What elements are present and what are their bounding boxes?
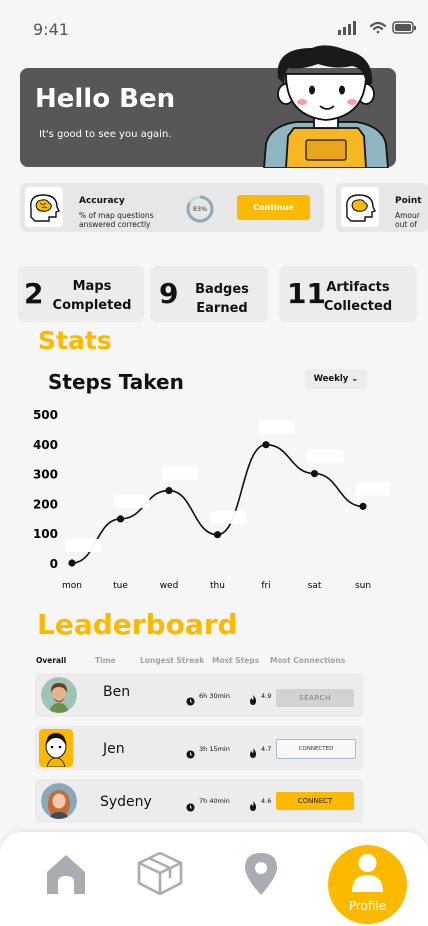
x-tick-label: wed [160, 581, 179, 591]
data-tooltip [259, 420, 295, 434]
wifi-icon [369, 21, 387, 34]
leaderboard-name: Ben [103, 684, 131, 700]
avatar [41, 677, 77, 713]
x-tick-label: thu [210, 581, 225, 591]
data-tooltip [210, 510, 247, 524]
data-point[interactable] [359, 502, 367, 510]
user-icon [352, 854, 383, 892]
leaderboard-time: 7h 40min [199, 797, 230, 805]
data-tooltip [113, 494, 150, 508]
data-tooltip [65, 539, 101, 552]
y-tick-label: 200 [33, 497, 58, 511]
leaderboard-streak: 4.7 [261, 745, 272, 753]
stats-heading: Stats [38, 326, 112, 355]
data-point[interactable] [213, 531, 222, 539]
home-icon[interactable] [44, 852, 88, 894]
location-pin-icon[interactable] [243, 851, 279, 895]
clock-icon [186, 744, 195, 763]
leaderboard-time: 6h 30min [199, 692, 230, 700]
chart-title: Steps Taken [48, 370, 184, 394]
period-dropdown-label: Weekly [313, 374, 349, 384]
data-tooltip [162, 466, 198, 480]
cube-icon[interactable] [136, 850, 184, 896]
avatar [41, 783, 77, 819]
leaderboard-name: Jen [103, 741, 125, 757]
search-button[interactable]: SEARCH [276, 689, 354, 707]
x-tick-label: sat [308, 581, 322, 591]
period-dropdown[interactable]: Weekly ⌄ [305, 369, 367, 389]
user-avatar-illustration [263, 45, 389, 168]
accuracy-percent-label: 83% [192, 205, 208, 213]
y-tick-label: 300 [33, 468, 58, 482]
avatar [39, 729, 73, 767]
flame-icon [249, 690, 257, 709]
connected-button[interactable]: CONNECTED [276, 739, 356, 759]
welcome-subtitle: It's good to see you again. [39, 129, 172, 140]
clock-icon [186, 797, 195, 816]
artifacts-collected-label: Artifacts Collected [323, 280, 393, 314]
data-tooltip [356, 482, 390, 496]
tab-overall[interactable]: Overall [36, 656, 66, 665]
flame-icon [249, 743, 257, 762]
data-point[interactable] [262, 441, 270, 449]
clock-icon [186, 691, 195, 710]
y-tick-label: 500 [33, 408, 58, 422]
steps-line-chart: 0 100 200 300 400 500 mon tue wed thu fri sat sun [33, 408, 390, 591]
data-point[interactable] [68, 559, 76, 567]
badges-earned-label: Badges Earned [195, 282, 249, 316]
profile-nav-label: Profile [348, 899, 387, 913]
points-description: Amour out of [395, 211, 420, 229]
status-icons [338, 21, 416, 35]
connect-button[interactable]: CONNECT [276, 792, 354, 810]
leaderboard-name: Sydeny [100, 794, 152, 810]
points-title: Point [395, 196, 422, 206]
data-point[interactable] [165, 486, 173, 495]
tab-most-connections[interactable]: Most Connections [270, 656, 345, 665]
y-tick-label: 0 [50, 557, 58, 571]
brain-icon [341, 187, 379, 227]
y-tick-label: 400 [33, 438, 58, 452]
welcome-title: Hello Ben [35, 84, 176, 114]
x-tick-label: fri [261, 581, 270, 591]
y-tick-label: 100 [33, 527, 58, 541]
chevron-down-icon: ⌄ [351, 374, 359, 384]
x-tick-label: tue [113, 581, 128, 591]
leaderboard-streak: 4.9 [261, 692, 272, 700]
maps-completed-label: Maps Completed [52, 279, 132, 313]
leaderboard-time: 3h 15min [199, 745, 230, 753]
tab-most-steps[interactable]: Most Steps [212, 656, 259, 665]
x-tick-label: sun [355, 581, 371, 591]
badges-earned-count: 9 [159, 277, 179, 310]
signal-icon [338, 21, 356, 35]
data-point[interactable] [116, 515, 125, 523]
x-tick-label: mon [62, 581, 82, 591]
accuracy-title: Accuracy [79, 196, 125, 206]
flame-icon [249, 796, 257, 815]
brain-icon [25, 187, 63, 227]
leaderboard-heading: Leaderboard [37, 608, 238, 641]
leaderboard-streak: 4.6 [261, 797, 272, 805]
tab-longest-streak[interactable]: Longest Streak [140, 656, 204, 665]
data-tooltip [307, 449, 344, 463]
status-time: 9:41 [33, 20, 69, 39]
battery-icon [392, 21, 416, 34]
maps-completed-count: 2 [24, 277, 44, 310]
accuracy-description: % of map questions answered correctly [79, 211, 154, 229]
data-point[interactable] [310, 470, 319, 478]
tab-time[interactable]: Time [95, 656, 116, 665]
continue-button[interactable]: Continue [237, 195, 310, 220]
